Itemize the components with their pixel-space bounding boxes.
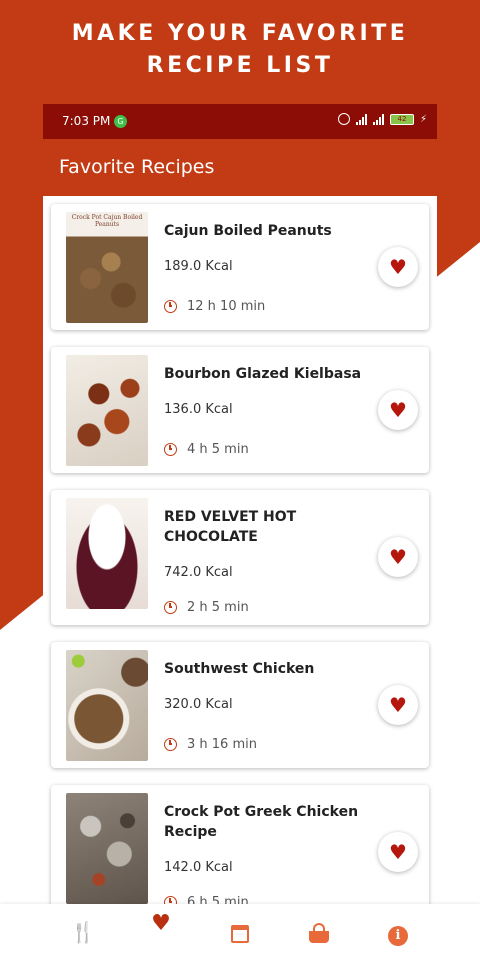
heart-icon: ♥ bbox=[389, 398, 407, 422]
recipe-time-value: 4 h 5 min bbox=[187, 442, 249, 457]
promo-headline-line2: RECIPE LIST bbox=[146, 53, 334, 78]
favorite-button[interactable]: ♥ bbox=[378, 685, 418, 725]
recipe-time: 3 h 16 min bbox=[164, 737, 257, 752]
clock-icon bbox=[164, 601, 177, 614]
recipe-kcal: 136.0 Kcal bbox=[164, 402, 233, 417]
nav-info[interactable]: i bbox=[358, 904, 438, 960]
favorite-button[interactable]: ♥ bbox=[378, 537, 418, 577]
recipe-time-value: 3 h 16 min bbox=[187, 737, 257, 752]
recipe-image bbox=[66, 498, 148, 609]
recipe-card[interactable]: Crock Pot Cajun Boiled Peanuts Cajun Boi… bbox=[51, 204, 429, 330]
recipe-image-caption: Crock Pot Cajun Boiled Peanuts bbox=[71, 214, 143, 228]
recipe-time-value: 6 h 5 min bbox=[187, 895, 249, 904]
heart-icon: ♥ bbox=[389, 255, 407, 279]
fork-knife-icon: 🍴 bbox=[70, 920, 96, 944]
recipe-kcal: 742.0 Kcal bbox=[164, 565, 233, 580]
recipe-time: 6 h 5 min bbox=[164, 895, 249, 904]
signal-icon bbox=[355, 113, 367, 125]
battery-icon: 42 bbox=[389, 113, 414, 125]
charging-icon: ⚡ bbox=[419, 113, 427, 125]
notification-icon: G bbox=[114, 115, 127, 128]
recipe-image bbox=[66, 650, 148, 761]
clock-icon bbox=[164, 738, 177, 751]
recipe-card[interactable]: Crock Pot Greek Chicken Recipe 142.0 Kca… bbox=[51, 785, 429, 904]
nav-shopping[interactable] bbox=[279, 904, 359, 960]
recipe-list: Crock Pot Cajun Boiled Peanuts Cajun Boi… bbox=[43, 196, 437, 904]
clock-icon bbox=[164, 896, 177, 904]
favorite-button[interactable]: ♥ bbox=[378, 247, 418, 287]
recipe-image bbox=[66, 355, 148, 466]
page-title: Favorite Recipes bbox=[59, 156, 215, 178]
nav-planner[interactable] bbox=[200, 904, 280, 960]
recipe-image bbox=[66, 793, 148, 904]
recipe-time: 2 h 5 min bbox=[164, 600, 249, 615]
recipe-time: 4 h 5 min bbox=[164, 442, 249, 457]
recipe-kcal: 189.0 Kcal bbox=[164, 259, 233, 274]
recipe-name: RED VELVET HOT CHOCOLATE bbox=[164, 509, 297, 545]
recipe-name: Southwest Chicken bbox=[164, 661, 315, 677]
basket-icon bbox=[309, 922, 329, 943]
recipe-kcal: 142.0 Kcal bbox=[164, 860, 233, 875]
bottom-navigation: 🍴 ♥ i bbox=[0, 904, 480, 960]
favorite-button[interactable]: ♥ bbox=[378, 832, 418, 872]
clock-icon bbox=[164, 300, 177, 313]
recipe-name: Crock Pot Greek Chicken Recipe bbox=[164, 804, 359, 840]
recipe-time-value: 12 h 10 min bbox=[187, 299, 266, 314]
recipe-kcal: 320.0 Kcal bbox=[164, 697, 233, 712]
nav-favorites[interactable]: ♥ bbox=[121, 904, 201, 960]
promo-headline: MAKE YOUR FAVORITE RECIPE LIST bbox=[0, 18, 480, 82]
heart-icon: ♥ bbox=[389, 693, 407, 717]
recipe-name: Cajun Boiled Peanuts bbox=[164, 223, 332, 239]
favorite-button[interactable]: ♥ bbox=[378, 390, 418, 430]
heart-icon: ♥ bbox=[389, 840, 407, 864]
status-time: 7:03 PM bbox=[62, 114, 111, 128]
status-bar: 7:03 PM G 42 ⚡ bbox=[43, 104, 437, 139]
signal-icon-2 bbox=[372, 113, 384, 125]
heart-icon: ♥ bbox=[389, 545, 407, 569]
clock-icon bbox=[164, 443, 177, 456]
recipe-card[interactable]: Bourbon Glazed Kielbasa 136.0 Kcal 4 h 5… bbox=[51, 347, 429, 473]
nav-recipes[interactable]: 🍴 bbox=[43, 904, 123, 960]
recipe-card[interactable]: RED VELVET HOT CHOCOLATE 742.0 Kcal 2 h … bbox=[51, 490, 429, 625]
status-icons: 42 ⚡ bbox=[337, 113, 427, 125]
info-icon: i bbox=[388, 926, 408, 946]
alarm-icon bbox=[337, 113, 350, 125]
recipe-name: Bourbon Glazed Kielbasa bbox=[164, 366, 362, 382]
recipe-time-value: 2 h 5 min bbox=[187, 600, 249, 615]
heart-icon: ♥ bbox=[151, 911, 171, 936]
recipe-image: Crock Pot Cajun Boiled Peanuts bbox=[66, 212, 148, 323]
recipe-card[interactable]: Southwest Chicken 320.0 Kcal 3 h 16 min … bbox=[51, 642, 429, 768]
phone-screen: 7:03 PM G 42 ⚡ Favorite Recipes Crock Po… bbox=[43, 104, 437, 904]
promo-headline-line1: MAKE YOUR FAVORITE bbox=[71, 21, 409, 46]
recipe-time: 12 h 10 min bbox=[164, 299, 265, 314]
calendar-icon bbox=[231, 924, 249, 943]
